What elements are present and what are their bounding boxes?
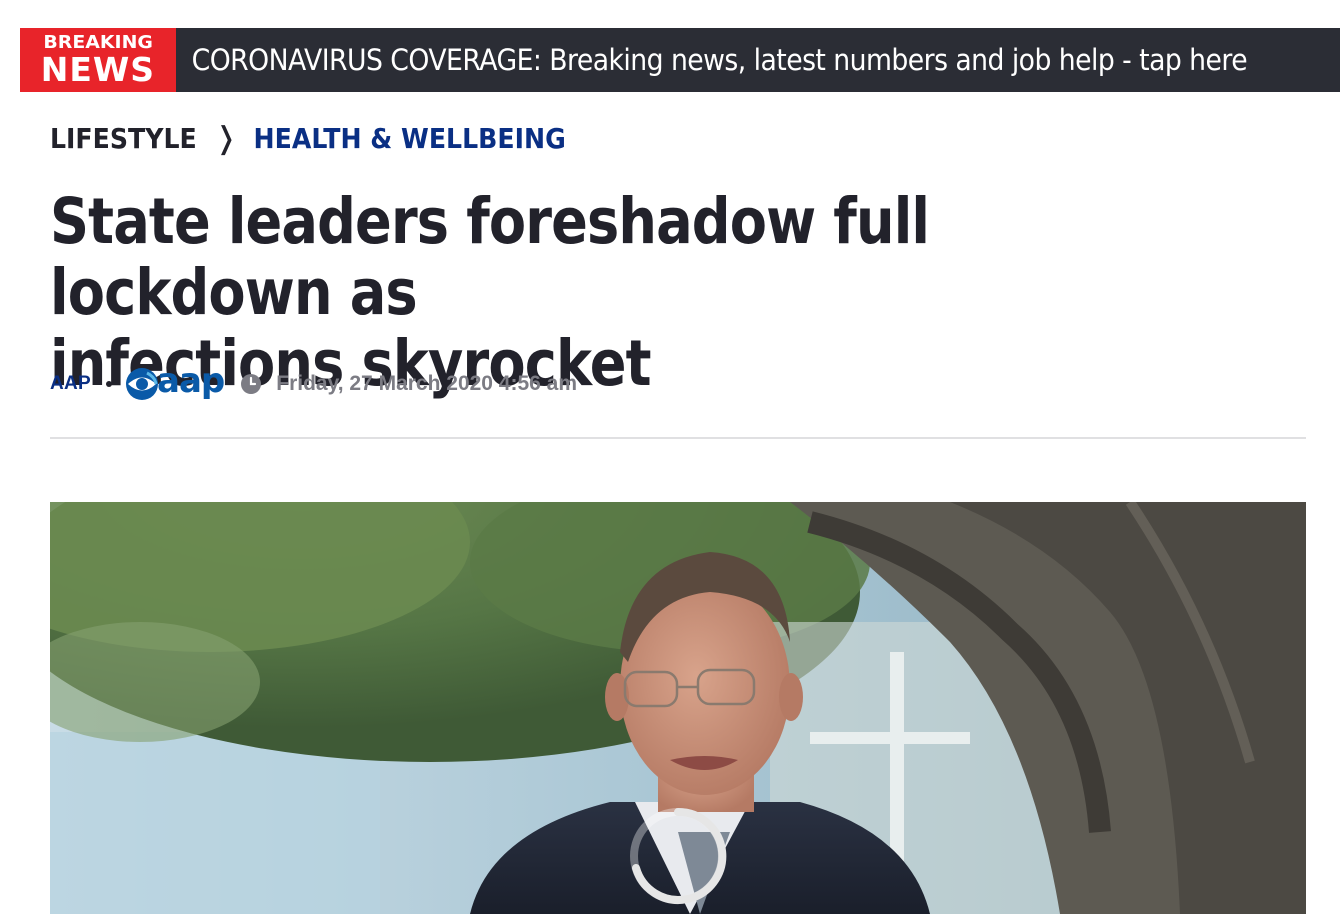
breaking-badge-line1: BREAKING	[43, 32, 153, 53]
video-frame	[50, 502, 1306, 914]
breaking-news-banner[interactable]: BREAKING NEWS CORONAVIRUS COVERAGE: Brea…	[20, 28, 1340, 92]
aap-logo: aap	[125, 361, 225, 404]
breadcrumb-lifestyle[interactable]: LIFESTYLE	[50, 122, 197, 155]
article-byline: AAP aap Friday, 27 March 2020 4:56 am	[50, 361, 578, 404]
breaking-news-link[interactable]: CORONAVIRUS COVERAGE: Breaking news, lat…	[176, 43, 1247, 77]
breaking-news-badge: BREAKING NEWS	[20, 28, 176, 92]
breaking-badge-line2: NEWS	[40, 50, 156, 89]
aap-logo-mark-icon	[126, 368, 159, 400]
chevron-right-icon: ❭	[214, 120, 238, 156]
publish-date: Friday, 27 March 2020 4:56 am	[276, 372, 578, 395]
video-player[interactable]	[50, 502, 1306, 914]
headline-line-1: State leaders foreshadow full lockdown a…	[50, 185, 930, 329]
byline-divider	[50, 437, 1306, 439]
aap-logo-text: aap	[157, 361, 225, 401]
breadcrumb-health-wellbeing[interactable]: HEALTH & WELLBEING	[254, 122, 566, 155]
breadcrumb: LIFESTYLE ❭ HEALTH & WELLBEING	[50, 118, 566, 158]
author-name[interactable]: AAP	[50, 373, 91, 395]
clock-icon	[241, 374, 262, 394]
byline-separator-dot	[106, 381, 113, 387]
